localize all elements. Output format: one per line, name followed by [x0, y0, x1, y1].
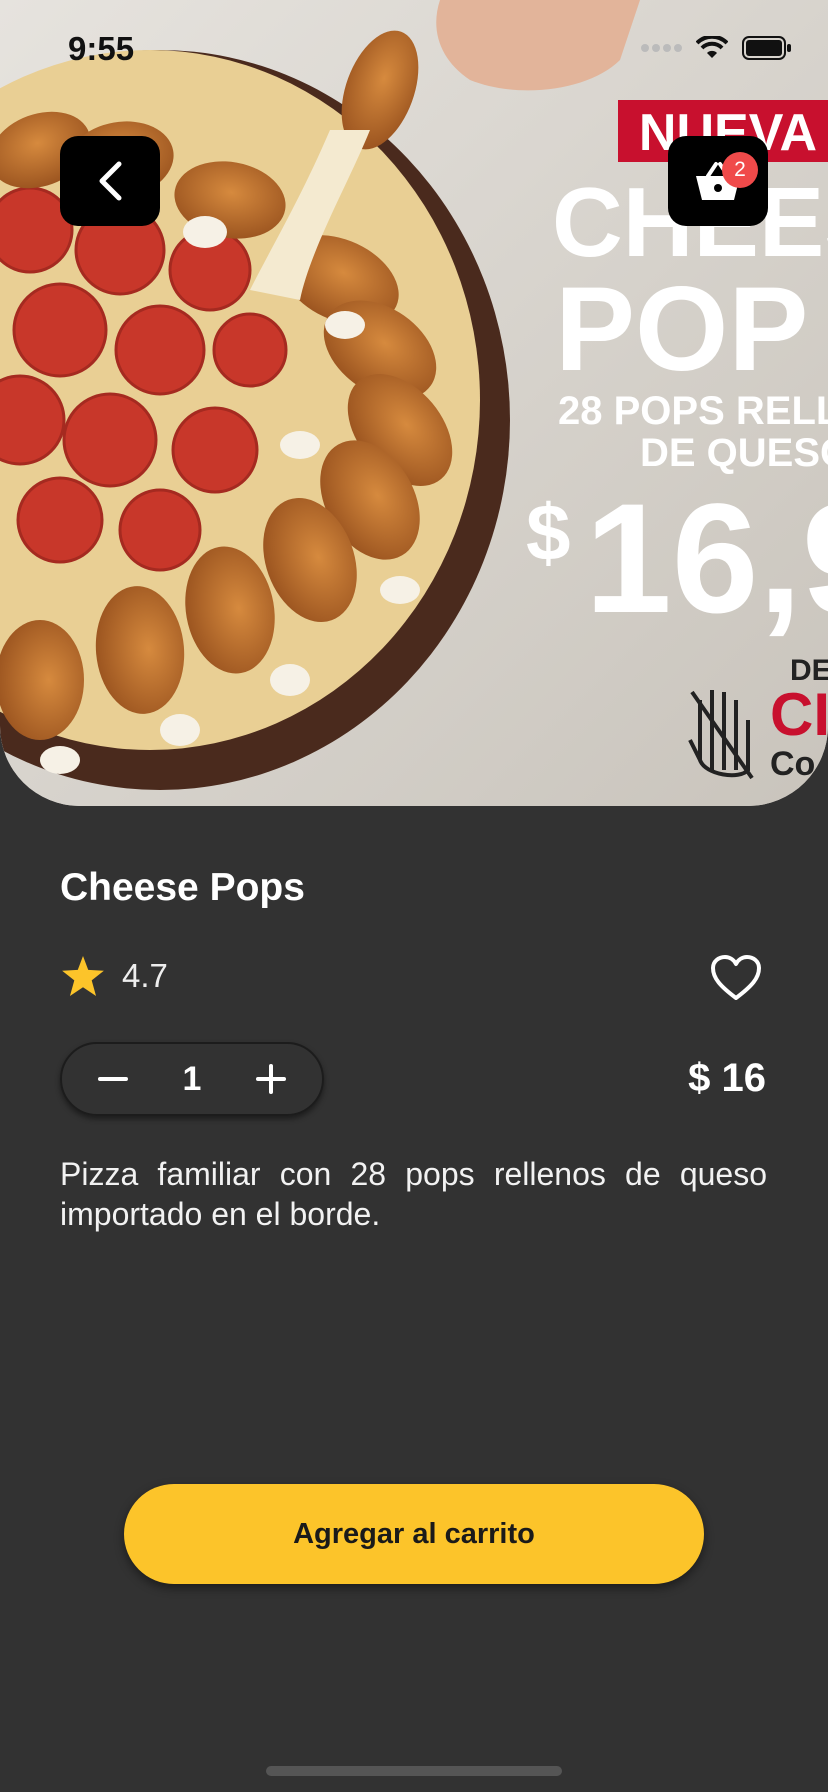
product-title: Cheese Pops: [60, 866, 305, 909]
cart-badge: 2: [722, 152, 758, 188]
rating: 4.7: [62, 956, 168, 996]
cellular-signal-icon: [641, 44, 682, 52]
add-to-cart-button[interactable]: Agregar al carrito: [124, 1484, 704, 1584]
promo-price: 16,9: [585, 472, 828, 646]
promo-sub-2: DE QUESO: [640, 431, 828, 475]
chevron-left-icon: [99, 161, 122, 201]
favorite-button[interactable]: [710, 954, 762, 1007]
battery-icon: [742, 36, 791, 60]
plus-icon[interactable]: [255, 1064, 286, 1094]
home-indicator: [266, 1766, 562, 1776]
promo-price-symbol: $: [526, 488, 571, 577]
pizza-photo: NUEVA CHEES POP 28 POPS RELLE DE QUESO $…: [0, 0, 828, 806]
promo-sub-1: 28 POPS RELLE: [558, 389, 828, 433]
product-image: NUEVA CHEES POP 28 POPS RELLE DE QUESO $…: [0, 0, 828, 806]
product-description: Pizza familiar con 28 pops rellenos de q…: [60, 1156, 767, 1232]
promo-title-2: POP: [555, 262, 808, 396]
status-icons: [640, 36, 792, 60]
star-icon: [62, 956, 104, 996]
quantity-stepper: 1: [60, 1042, 324, 1116]
promo-corner-2: CI: [770, 681, 828, 748]
promo-corner-3: Co: [770, 745, 815, 783]
wifi-icon: [696, 36, 728, 58]
rating-value: 4.7: [122, 957, 168, 994]
status-time: 9:55: [68, 30, 135, 67]
cart-button[interactable]: 2: [668, 136, 768, 226]
back-button[interactable]: [60, 136, 160, 226]
heart-outline-icon: [711, 955, 761, 1000]
quantity-value: 1: [182, 1059, 202, 1098]
minus-icon[interactable]: [98, 1064, 128, 1094]
product-price: $ 16: [688, 1056, 766, 1100]
